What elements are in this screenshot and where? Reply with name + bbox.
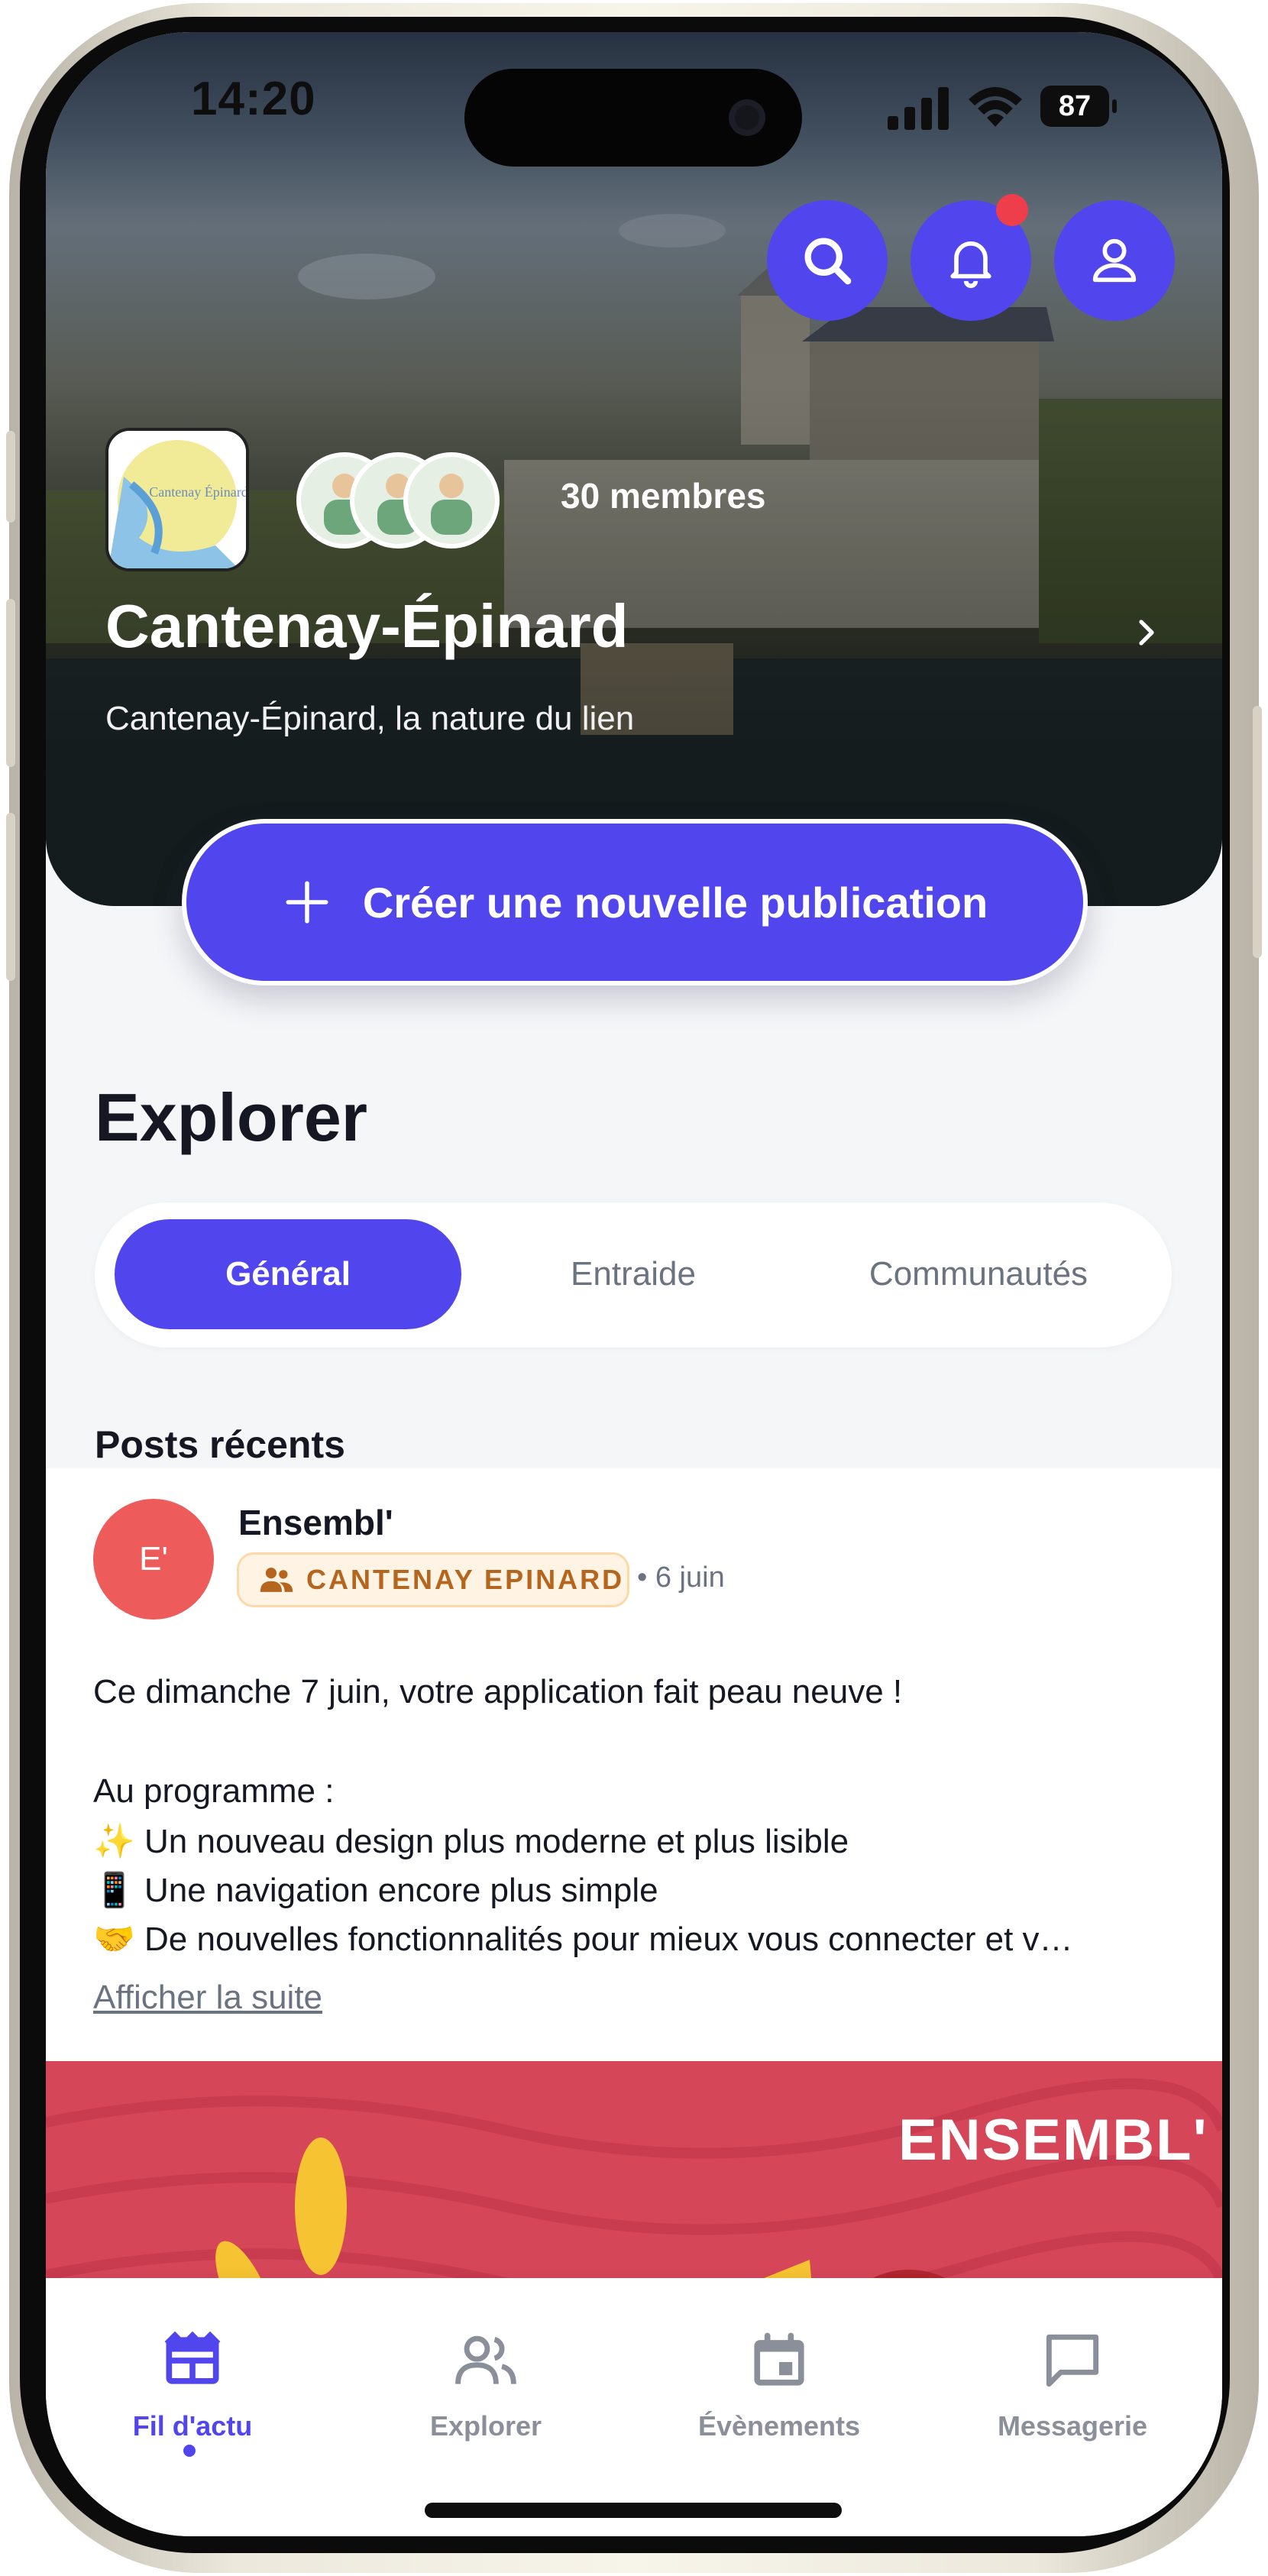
action-button [6,431,15,523]
page-title: Explorer [95,1079,368,1155]
post-text-line: 📱 Une navigation encore plus simple [93,1872,658,1909]
tab-entraide[interactable]: Entraide [460,1219,807,1329]
search-icon [804,238,852,285]
member-avatar [403,452,500,549]
tab-general[interactable]: Général [115,1219,461,1329]
community-name[interactable]: Cantenay-Épinard [105,591,629,662]
user-icon [1092,238,1137,283]
newspaper-icon [164,2331,221,2384]
post-text-line: Ce dimanche 7 juin, votre application fa… [93,1673,903,1710]
people-icon [455,2335,516,2384]
community-logo[interactable]: Cantenay Épinard [105,428,249,571]
app-screen: 14:20 87 Cantenay Épinard 30 membres Can… [46,32,1222,2536]
post-text-line: ✨ Un nouveau design plus moderne et plus… [93,1823,849,1860]
community-badge[interactable]: CANTENAY EPINARD [237,1552,629,1607]
feed-tabs: Général Entraide Communautés [95,1202,1172,1348]
volume-up-button [6,599,15,767]
show-more-link[interactable]: Afficher la suite [93,1979,322,2017]
dynamic-island [464,69,802,167]
post-text-line: Au programme : [93,1772,335,1810]
plus-icon [286,881,328,924]
nav-evenements[interactable]: Évènements [665,2325,894,2442]
tab-communautes[interactable]: Communautés [805,1219,1152,1329]
profile-button[interactable] [1054,200,1175,321]
nav-label: Messagerie [997,2410,1148,2442]
cellular-signal-icon [888,87,949,130]
members-count[interactable]: 30 membres [561,475,766,516]
nav-explorer[interactable]: Explorer [371,2325,600,2442]
author-avatar[interactable]: E' [93,1499,214,1620]
nav-label: Évènements [697,2410,861,2442]
post-date: • 6 juin [637,1561,725,1594]
status-time: 14:20 [191,73,316,125]
bottom-navigation: Fil d'actu Explorer Évènements Messageri… [46,2278,1222,2536]
calendar-icon [754,2332,804,2386]
nav-label: Fil d'actu [132,2410,253,2442]
power-button [1253,706,1262,958]
volume-down-button [6,813,15,981]
create-post-button[interactable]: Créer une nouvelle publication [182,819,1088,985]
post-text-line: 🤝 De nouvelles fonctionnalités pour mieu… [93,1921,1073,1958]
bell-icon [950,241,991,289]
community-subtitle: Cantenay-Épinard, la nature du lien [105,700,635,737]
community-badge-label: CANTENAY EPINARD [306,1564,625,1595]
logo-text: Cantenay Épinard [149,484,246,500]
chevron-right-icon[interactable] [1127,614,1164,651]
nav-messagerie[interactable]: Messagerie [958,2325,1187,2442]
home-indicator[interactable] [425,2503,842,2518]
create-post-label: Créer une nouvelle publication [362,878,988,927]
community-logo-image: Cantenay Épinard [108,431,246,568]
group-icon [260,1568,293,1592]
front-camera [729,99,765,136]
battery-indicator: 87 [1040,86,1117,127]
notification-badge [996,194,1028,226]
banner-title: ENSEMBL' [898,2108,1208,2173]
active-nav-indicator [183,2445,196,2457]
author-name[interactable]: Ensembl' [238,1502,393,1543]
chat-icon [1046,2334,1099,2387]
nav-label: Explorer [429,2410,542,2442]
section-title: Posts récents [95,1423,345,1466]
wifi-icon [969,87,1022,127]
search-button[interactable] [767,200,888,321]
nav-fil-actu[interactable]: Fil d'actu [78,2325,307,2442]
